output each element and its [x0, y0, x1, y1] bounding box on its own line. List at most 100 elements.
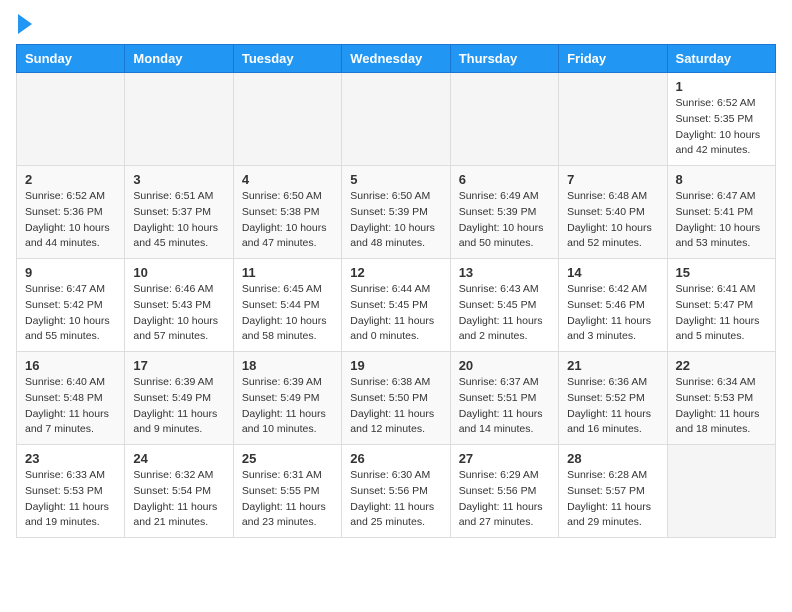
day-number: 16: [25, 358, 116, 373]
day-info: Sunrise: 6:41 AMSunset: 5:47 PMDaylight:…: [676, 282, 767, 345]
day-info: Sunrise: 6:40 AMSunset: 5:48 PMDaylight:…: [25, 375, 116, 438]
day-number: 1: [676, 79, 767, 94]
calendar-cell: 7 Sunrise: 6:48 AMSunset: 5:40 PMDaylight…: [559, 166, 667, 259]
day-number: 6: [459, 172, 550, 187]
calendar-cell: 13 Sunrise: 6:43 AMSunset: 5:45 PMDayligh…: [450, 259, 558, 352]
calendar-cell: 4 Sunrise: 6:50 AMSunset: 5:38 PMDaylight…: [233, 166, 341, 259]
page-header: [16, 16, 776, 34]
day-info: Sunrise: 6:31 AMSunset: 5:55 PMDaylight:…: [242, 468, 333, 531]
logo: [16, 16, 32, 34]
day-number: 7: [567, 172, 658, 187]
calendar-cell: 3Sunrise: 6:51 AMSunset: 5:37 PMDaylight…: [125, 166, 233, 259]
calendar-cell: 17 Sunrise: 6:39 AMSunset: 5:49 PMDayligh…: [125, 352, 233, 445]
day-info: Sunrise: 6:39 AMSunset: 5:49 PMDaylight:…: [133, 375, 224, 438]
calendar-cell: [559, 73, 667, 166]
calendar-cell: 20 Sunrise: 6:37 AMSunset: 5:51 PMDayligh…: [450, 352, 558, 445]
calendar-table: SundayMondayTuesdayWednesdayThursdayFrid…: [16, 44, 776, 538]
calendar-cell: 28 Sunrise: 6:28 AMSunset: 5:57 PMDayligh…: [559, 445, 667, 538]
day-number: 5: [350, 172, 441, 187]
day-number: 14: [567, 265, 658, 280]
day-info: Sunrise: 6:45 AMSunset: 5:44 PMDaylight:…: [242, 282, 333, 345]
calendar-cell: [233, 73, 341, 166]
day-info: Sunrise: 6:47 AMSunset: 5:42 PMDaylight:…: [25, 282, 116, 345]
calendar-header-sunday: Sunday: [17, 45, 125, 73]
day-info: Sunrise: 6:49 AMSunset: 5:39 PMDaylight:…: [459, 189, 550, 252]
day-info: Sunrise: 6:48 AMSunset: 5:40 PMDaylight:…: [567, 189, 658, 252]
calendar-cell: [17, 73, 125, 166]
calendar-cell: 14 Sunrise: 6:42 AMSunset: 5:46 PMDayligh…: [559, 259, 667, 352]
calendar-cell: 5 Sunrise: 6:50 AMSunset: 5:39 PMDaylight…: [342, 166, 450, 259]
day-number: 4: [242, 172, 333, 187]
calendar-cell: 21Sunrise: 6:36 AMSunset: 5:52 PMDayligh…: [559, 352, 667, 445]
calendar-cell: 16 Sunrise: 6:40 AMSunset: 5:48 PMDayligh…: [17, 352, 125, 445]
calendar-cell: 12 Sunrise: 6:44 AMSunset: 5:45 PMDayligh…: [342, 259, 450, 352]
day-number: 13: [459, 265, 550, 280]
day-info: Sunrise: 6:46 AMSunset: 5:43 PMDaylight:…: [133, 282, 224, 345]
day-info: Sunrise: 6:28 AMSunset: 5:57 PMDaylight:…: [567, 468, 658, 531]
day-info: Sunrise: 6:37 AMSunset: 5:51 PMDaylight:…: [459, 375, 550, 438]
day-number: 10: [133, 265, 224, 280]
day-number: 15: [676, 265, 767, 280]
day-info: Sunrise: 6:51 AMSunset: 5:37 PMDaylight:…: [133, 189, 224, 252]
day-number: 26: [350, 451, 441, 466]
day-info: Sunrise: 6:44 AMSunset: 5:45 PMDaylight:…: [350, 282, 441, 345]
day-info: Sunrise: 6:34 AMSunset: 5:53 PMDaylight:…: [676, 375, 767, 438]
calendar-cell: 2 Sunrise: 6:52 AMSunset: 5:36 PMDaylight…: [17, 166, 125, 259]
day-number: 9: [25, 265, 116, 280]
day-info: Sunrise: 6:47 AMSunset: 5:41 PMDaylight:…: [676, 189, 767, 252]
calendar-cell: 27 Sunrise: 6:29 AMSunset: 5:56 PMDayligh…: [450, 445, 558, 538]
day-info: Sunrise: 6:52 AMSunset: 5:35 PMDaylight:…: [676, 96, 767, 159]
calendar-header-wednesday: Wednesday: [342, 45, 450, 73]
calendar-week-5: 23 Sunrise: 6:33 AMSunset: 5:53 PMDayligh…: [17, 445, 776, 538]
calendar-cell: 19 Sunrise: 6:38 AMSunset: 5:50 PMDayligh…: [342, 352, 450, 445]
calendar-cell: 22 Sunrise: 6:34 AMSunset: 5:53 PMDayligh…: [667, 352, 775, 445]
day-number: 8: [676, 172, 767, 187]
calendar-cell: 6 Sunrise: 6:49 AMSunset: 5:39 PMDaylight…: [450, 166, 558, 259]
day-number: 25: [242, 451, 333, 466]
day-info: Sunrise: 6:33 AMSunset: 5:53 PMDaylight:…: [25, 468, 116, 531]
calendar-header-saturday: Saturday: [667, 45, 775, 73]
calendar-cell: [667, 445, 775, 538]
day-number: 2: [25, 172, 116, 187]
day-number: 24: [133, 451, 224, 466]
day-info: Sunrise: 6:50 AMSunset: 5:39 PMDaylight:…: [350, 189, 441, 252]
day-info: Sunrise: 6:50 AMSunset: 5:38 PMDaylight:…: [242, 189, 333, 252]
day-number: 28: [567, 451, 658, 466]
calendar-header-row: SundayMondayTuesdayWednesdayThursdayFrid…: [17, 45, 776, 73]
day-info: Sunrise: 6:30 AMSunset: 5:56 PMDaylight:…: [350, 468, 441, 531]
day-info: Sunrise: 6:39 AMSunset: 5:49 PMDaylight:…: [242, 375, 333, 438]
calendar-cell: 18 Sunrise: 6:39 AMSunset: 5:49 PMDayligh…: [233, 352, 341, 445]
day-number: 21: [567, 358, 658, 373]
calendar-header-friday: Friday: [559, 45, 667, 73]
calendar-cell: 10 Sunrise: 6:46 AMSunset: 5:43 PMDayligh…: [125, 259, 233, 352]
calendar-cell: [125, 73, 233, 166]
day-number: 27: [459, 451, 550, 466]
calendar-week-3: 9 Sunrise: 6:47 AMSunset: 5:42 PMDaylight…: [17, 259, 776, 352]
calendar-header-thursday: Thursday: [450, 45, 558, 73]
day-info: Sunrise: 6:43 AMSunset: 5:45 PMDaylight:…: [459, 282, 550, 345]
day-number: 20: [459, 358, 550, 373]
day-info: Sunrise: 6:52 AMSunset: 5:36 PMDaylight:…: [25, 189, 116, 252]
day-number: 12: [350, 265, 441, 280]
calendar-cell: [342, 73, 450, 166]
day-number: 19: [350, 358, 441, 373]
day-info: Sunrise: 6:29 AMSunset: 5:56 PMDaylight:…: [459, 468, 550, 531]
calendar-cell: 25 Sunrise: 6:31 AMSunset: 5:55 PMDayligh…: [233, 445, 341, 538]
day-number: 23: [25, 451, 116, 466]
calendar-cell: 8 Sunrise: 6:47 AMSunset: 5:41 PMDaylight…: [667, 166, 775, 259]
day-number: 22: [676, 358, 767, 373]
calendar-header-tuesday: Tuesday: [233, 45, 341, 73]
logo-arrow-icon: [18, 14, 32, 34]
calendar-week-2: 2 Sunrise: 6:52 AMSunset: 5:36 PMDaylight…: [17, 166, 776, 259]
day-number: 18: [242, 358, 333, 373]
calendar-cell: 26 Sunrise: 6:30 AMSunset: 5:56 PMDayligh…: [342, 445, 450, 538]
day-info: Sunrise: 6:38 AMSunset: 5:50 PMDaylight:…: [350, 375, 441, 438]
day-number: 11: [242, 265, 333, 280]
calendar-cell: 15 Sunrise: 6:41 AMSunset: 5:47 PMDayligh…: [667, 259, 775, 352]
calendar-cell: 23 Sunrise: 6:33 AMSunset: 5:53 PMDayligh…: [17, 445, 125, 538]
calendar-week-4: 16 Sunrise: 6:40 AMSunset: 5:48 PMDayligh…: [17, 352, 776, 445]
day-number: 17: [133, 358, 224, 373]
calendar-cell: 1 Sunrise: 6:52 AMSunset: 5:35 PMDaylight…: [667, 73, 775, 166]
calendar-cell: [450, 73, 558, 166]
day-info: Sunrise: 6:42 AMSunset: 5:46 PMDaylight:…: [567, 282, 658, 345]
